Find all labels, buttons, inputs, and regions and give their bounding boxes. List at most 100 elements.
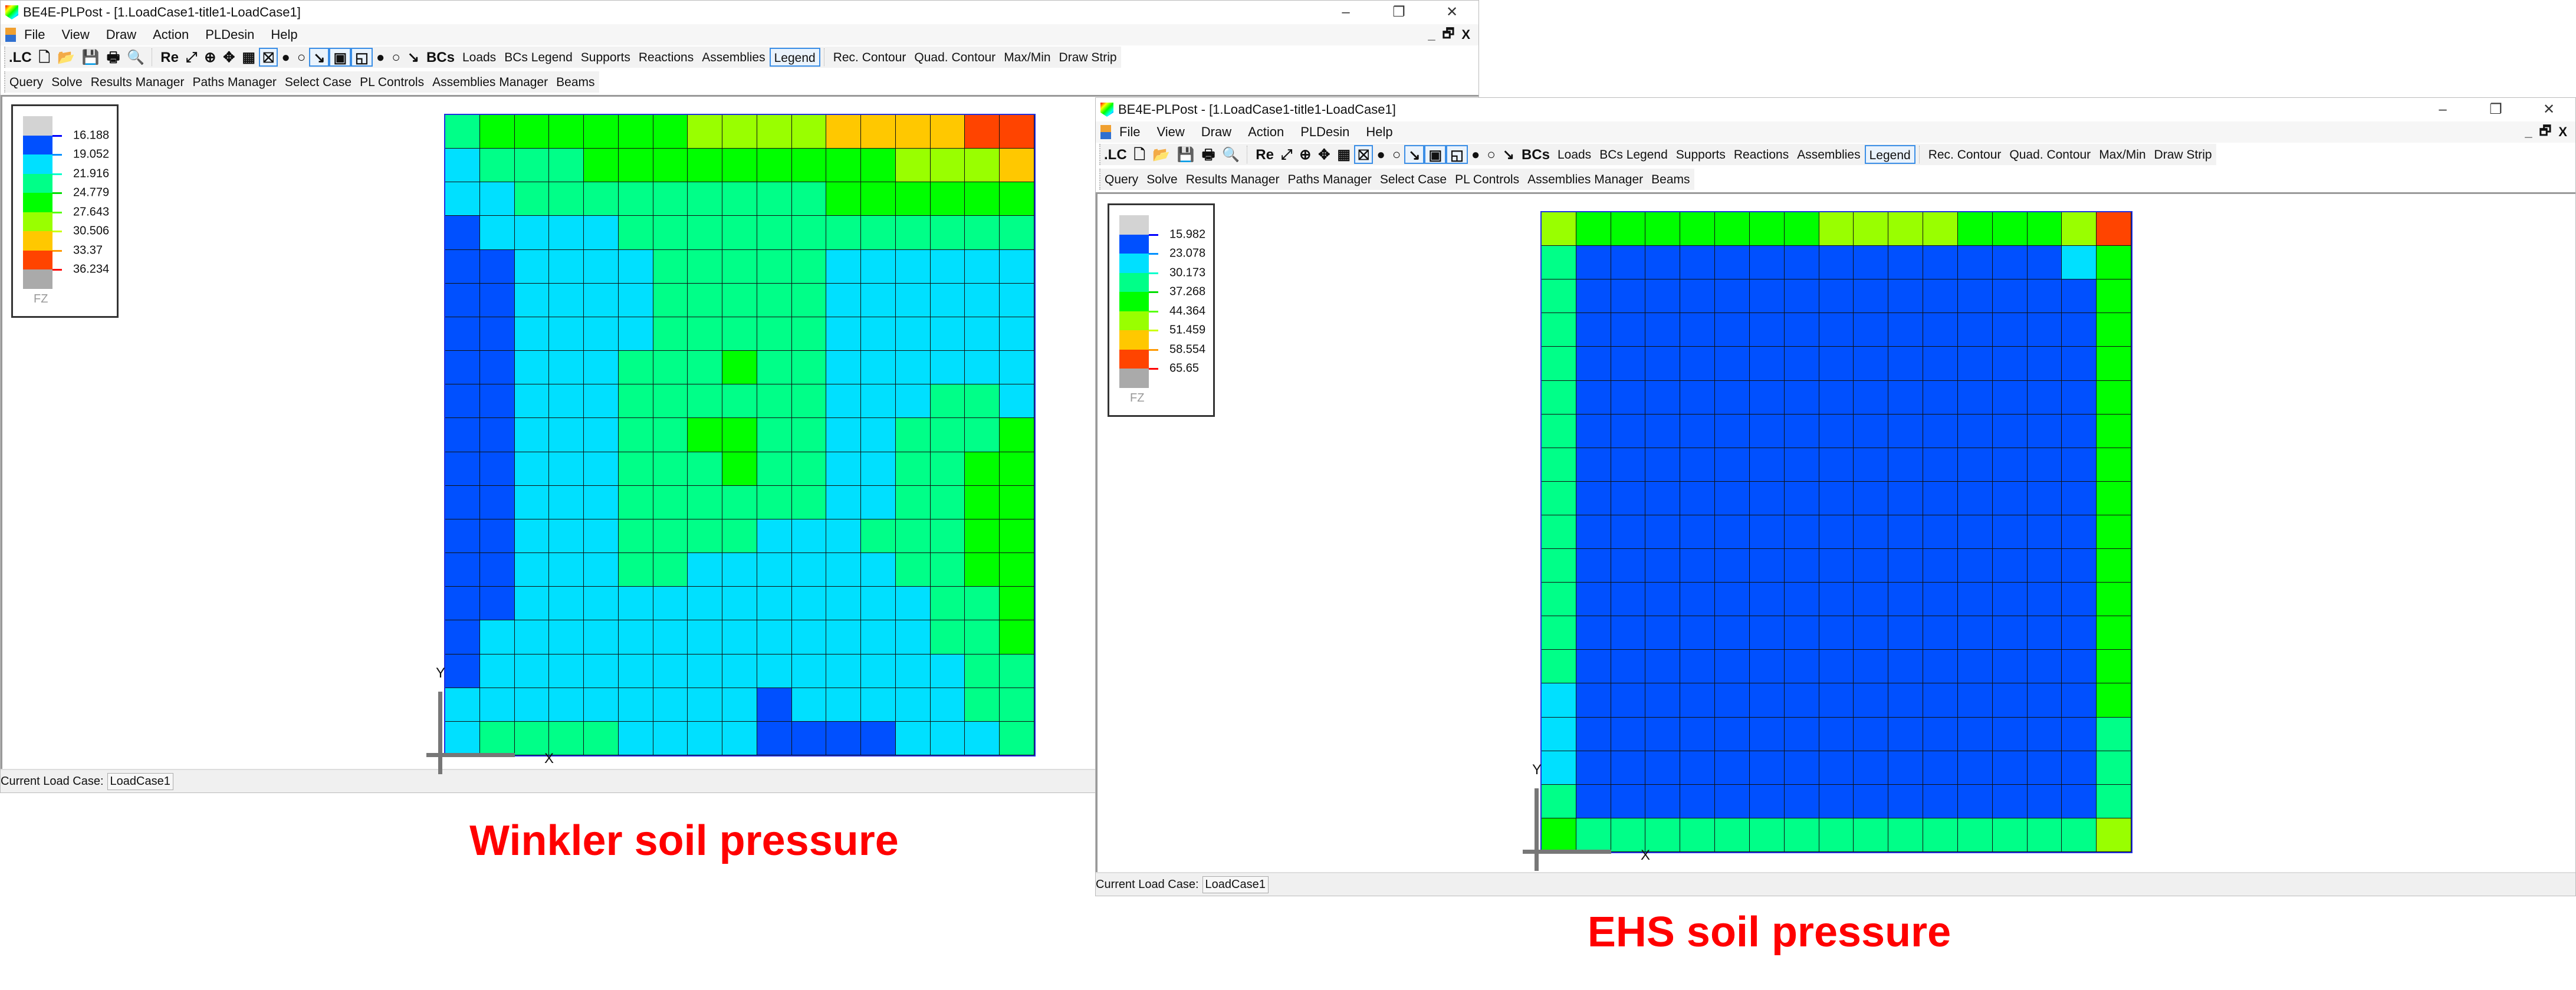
grid-cell[interactable] <box>1576 279 1611 314</box>
menu-draw[interactable]: Draw <box>98 27 144 42</box>
grid-cell[interactable] <box>2097 818 2131 852</box>
grid-cell[interactable] <box>514 249 550 284</box>
grid-cell[interactable] <box>1784 616 1819 650</box>
grid-cell[interactable] <box>1923 616 1958 650</box>
grid-cell[interactable] <box>514 384 550 419</box>
grid-cell[interactable] <box>1992 313 2028 347</box>
grid-cell[interactable] <box>1715 313 1750 347</box>
grid-cell[interactable] <box>1645 212 1681 246</box>
toolbar-bcs-legend-button[interactable]: BCs Legend <box>1595 145 1672 164</box>
grid-cell[interactable] <box>1000 384 1034 419</box>
grid-cell[interactable] <box>861 384 896 419</box>
grid-cell[interactable] <box>584 351 619 385</box>
grid-cell[interactable] <box>791 384 827 419</box>
grid-cell[interactable] <box>1992 212 2028 246</box>
grid-cell[interactable] <box>826 182 862 216</box>
grid-cell[interactable] <box>549 553 584 587</box>
grid-cell[interactable] <box>1957 751 1993 785</box>
grid-cell[interactable] <box>2062 818 2097 852</box>
grid-cell[interactable] <box>2027 481 2062 515</box>
grid-cell[interactable] <box>930 216 965 250</box>
grid-cell[interactable] <box>861 351 896 385</box>
grid-cell[interactable] <box>445 317 480 351</box>
grid-cell[interactable] <box>722 115 757 149</box>
grid-cell[interactable] <box>895 485 931 519</box>
grid-cell[interactable] <box>1749 347 1785 381</box>
grid-cell[interactable] <box>653 654 688 688</box>
menu-pldesin[interactable]: PLDesin <box>1292 124 1358 140</box>
zoom-in-icon[interactable]: ⊕ <box>1296 145 1315 164</box>
grid-cell[interactable] <box>1923 549 1958 583</box>
grid-cell[interactable] <box>479 283 515 317</box>
toolbar-solve-button[interactable]: Solve <box>1142 170 1182 189</box>
new-file-icon[interactable]: 🗋 <box>1131 145 1149 164</box>
grid-cell[interactable] <box>584 688 619 722</box>
grid-cell[interactable] <box>722 654 757 688</box>
grid-cell[interactable] <box>1888 448 1924 482</box>
grid-cell[interactable] <box>2062 583 2097 617</box>
grid-cell[interactable] <box>1854 246 1889 280</box>
grid-cell[interactable] <box>584 654 619 688</box>
grid-cell[interactable] <box>1888 481 1924 515</box>
grid-cell[interactable] <box>826 721 862 755</box>
grid-cell[interactable] <box>965 452 1000 486</box>
grid-cell[interactable] <box>791 654 827 688</box>
grid-cell[interactable] <box>930 317 965 351</box>
grid-cell[interactable] <box>826 384 862 419</box>
grid-cell[interactable] <box>1819 683 1854 718</box>
grid-cell[interactable] <box>549 216 584 250</box>
toolbar-reactions-button[interactable]: Reactions <box>1730 145 1793 164</box>
toolbar-legend-button[interactable]: Legend <box>769 48 820 67</box>
grid-cell[interactable] <box>757 519 792 554</box>
toolbar-paths-manager-button[interactable]: Paths Manager <box>188 73 280 91</box>
grid-cell[interactable] <box>2062 380 2097 415</box>
grid-cell[interactable] <box>1957 313 1993 347</box>
menu-file[interactable]: File <box>16 27 53 42</box>
bcs-icon[interactable]: BCs <box>1518 145 1553 164</box>
grid-cell[interactable] <box>930 384 965 419</box>
grid-cell[interactable] <box>1992 751 2028 785</box>
grid-cell[interactable] <box>1000 519 1034 554</box>
grid-cell[interactable] <box>618 149 653 183</box>
grid-cell[interactable] <box>1784 448 1819 482</box>
grid-cell[interactable] <box>965 485 1000 519</box>
grid-cell[interactable] <box>1957 650 1993 684</box>
grid-cell[interactable] <box>2027 212 2062 246</box>
grid-cell[interactable] <box>514 317 550 351</box>
grid-cell[interactable] <box>2097 279 2131 314</box>
grid-cell[interactable] <box>2027 279 2062 314</box>
grid-cell[interactable] <box>757 351 792 385</box>
grid-cell[interactable] <box>1645 818 1681 852</box>
grid-cell[interactable] <box>1611 481 1646 515</box>
current-load-case-value[interactable]: LoadCase1 <box>107 772 173 790</box>
grid-cell[interactable] <box>1611 380 1646 415</box>
grid-cell[interactable] <box>2062 616 2097 650</box>
grid-cell[interactable] <box>757 587 792 621</box>
grid-cell[interactable] <box>2097 515 2131 550</box>
grid-cell[interactable] <box>1715 347 1750 381</box>
grid-cell[interactable] <box>1680 717 1716 751</box>
grid-cell[interactable] <box>930 654 965 688</box>
grid-cell[interactable] <box>1819 246 1854 280</box>
grid-cell[interactable] <box>1645 650 1681 684</box>
grid-cell[interactable] <box>549 351 584 385</box>
grid-cell[interactable] <box>1854 549 1889 583</box>
grid-cell[interactable] <box>445 216 480 250</box>
menu-action[interactable]: Action <box>144 27 197 42</box>
grid-cell[interactable] <box>1576 818 1611 852</box>
grid-cell[interactable] <box>1784 751 1819 785</box>
grid-cell[interactable] <box>722 553 757 587</box>
grid-cell[interactable] <box>2097 448 2131 482</box>
grid-cell[interactable] <box>1000 149 1034 183</box>
grid-cell[interactable] <box>757 115 792 149</box>
grid-cell[interactable] <box>1576 448 1611 482</box>
grid-cell[interactable] <box>1819 650 1854 684</box>
grid-cell[interactable] <box>445 485 480 519</box>
grid-cell[interactable] <box>1819 583 1854 617</box>
grid-cell[interactable] <box>757 249 792 284</box>
grid-cell[interactable] <box>1715 650 1750 684</box>
mdi-minimize-button[interactable]: _ <box>1428 27 1435 42</box>
grid-cell[interactable] <box>618 620 653 654</box>
mdi-close-button[interactable]: X <box>1461 27 1470 42</box>
grid-cell[interactable] <box>895 249 931 284</box>
